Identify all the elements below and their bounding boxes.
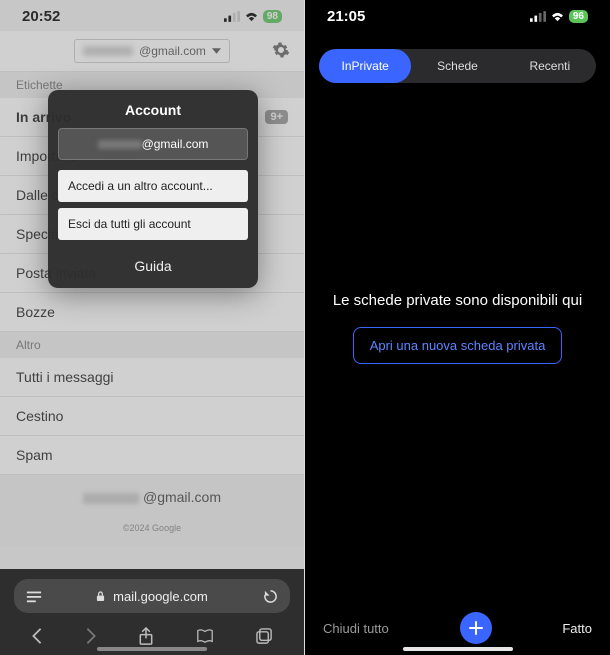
nav-back-button[interactable] [31, 627, 43, 645]
share-icon [138, 627, 154, 646]
share-button[interactable] [138, 627, 154, 646]
url-text: mail.google.com [113, 589, 208, 604]
close-all-button[interactable]: Chiudi tutto [323, 621, 389, 636]
modal-signout-all[interactable]: Esci da tutti gli account [58, 208, 248, 240]
phone-right-edge: 21:05 96 InPrivate Schede Recenti Le sch… [305, 0, 610, 655]
home-indicator[interactable] [403, 647, 513, 651]
modal-current-redacted [98, 140, 142, 149]
modal-help[interactable]: Guida [48, 246, 258, 288]
bookmarks-button[interactable] [196, 628, 214, 644]
lock-icon [96, 591, 105, 602]
empty-message: Le schede private sono disponibili qui [333, 292, 582, 309]
modal-title: Account [48, 90, 258, 128]
safari-url-bar: mail.google.com [0, 569, 304, 623]
home-indicator[interactable] [97, 647, 207, 651]
done-button[interactable]: Fatto [562, 621, 592, 636]
modal-current-account[interactable]: @gmail.com [58, 128, 248, 160]
chevron-left-icon [31, 627, 43, 645]
tabs-button[interactable] [256, 628, 273, 645]
reload-button[interactable] [263, 589, 278, 604]
modal-add-account[interactable]: Accedi a un altro account... [58, 170, 248, 202]
tabs-icon [256, 628, 273, 645]
page-settings-icon [26, 589, 42, 603]
open-private-tab-button[interactable]: Apri una nuova scheda privata [353, 327, 563, 364]
book-icon [196, 628, 214, 644]
nav-forward-button[interactable] [85, 627, 97, 645]
chevron-right-icon [85, 627, 97, 645]
empty-state: Le schede private sono disponibili qui A… [305, 0, 610, 655]
new-tab-button[interactable] [460, 612, 492, 644]
plus-icon [468, 620, 484, 636]
phone-left-gmail: 20:52 98 @gmail.com Etichette In arrivo … [0, 0, 305, 655]
account-modal: Account @gmail.com Accedi a un altro acc… [48, 90, 258, 288]
reload-icon [263, 589, 278, 604]
page-settings-button[interactable] [26, 589, 42, 603]
url-field[interactable]: mail.google.com [14, 579, 290, 613]
